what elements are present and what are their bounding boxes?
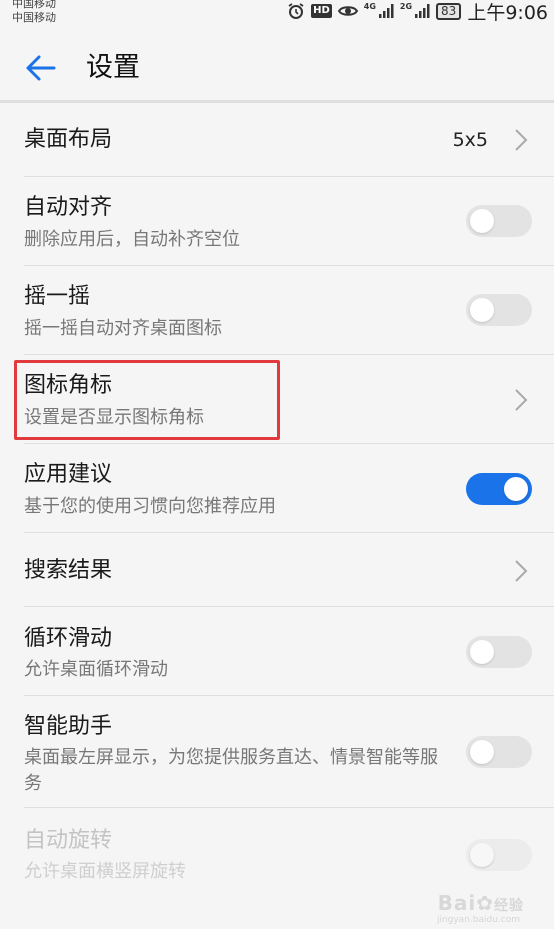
chevron-right-icon: [515, 389, 528, 411]
smart-assistant-toggle[interactable]: [466, 736, 532, 768]
setting-row-icon-badge[interactable]: 图标角标 设置是否显示图标角标: [0, 355, 554, 444]
toggle-knob: [470, 209, 494, 233]
chevron-right-icon: [515, 129, 528, 151]
setting-value: 5x5: [452, 129, 488, 151]
status-icons: HD 4G 2G 83 上午9:06: [287, 0, 548, 24]
toggle-knob: [470, 298, 494, 322]
hd-badge: HD: [311, 4, 332, 18]
setting-row-smart-assistant[interactable]: 智能助手 桌面最左屏显示，为您提供服务直达、情景智能等服务: [0, 696, 554, 808]
setting-row-auto-align[interactable]: 自动对齐 删除应用后，自动补齐空位: [0, 177, 554, 266]
chevron-right-icon: [515, 560, 528, 582]
status-time: 上午9:06: [467, 1, 548, 24]
loop-scroll-toggle[interactable]: [466, 636, 532, 668]
auto-align-toggle[interactable]: [466, 205, 532, 237]
setting-title: 应用建议: [24, 462, 113, 487]
setting-subtitle: 基于您的使用习惯向您推荐应用: [24, 496, 276, 517]
shake-toggle[interactable]: [466, 294, 532, 326]
setting-title: 图标角标: [24, 373, 113, 398]
setting-row-loop-scroll[interactable]: 循环滑动 允许桌面循环滑动: [0, 607, 554, 696]
setting-subtitle: 允许桌面横竖屏旋转: [24, 861, 186, 882]
status-bar: 中国移动 中国移动 HD 4G 2G 83 上午9:06: [0, 0, 554, 30]
watermark-suffix: 经验: [494, 898, 524, 914]
battery-icon: 83: [436, 2, 462, 20]
paw-icon: ✿: [476, 891, 494, 915]
page-title: 设置: [86, 52, 140, 83]
watermark-url: jingyan.baidu.com: [436, 915, 520, 925]
setting-row-desktop-layout[interactable]: 桌面布局 5x5: [0, 103, 554, 177]
setting-subtitle: 摇一摇自动对齐桌面图标: [24, 318, 222, 339]
carrier-2: 中国移动: [12, 11, 56, 24]
auto-rotate-toggle: [466, 839, 532, 871]
toggle-knob: [470, 843, 494, 867]
setting-title: 智能助手: [24, 714, 113, 739]
setting-subtitle: 桌面最左屏显示，为您提供服务直达、情景智能等服务: [24, 747, 438, 794]
toggle-knob: [470, 740, 494, 764]
app-bar: 设置: [0, 30, 554, 102]
signal-icon-1: [378, 3, 394, 19]
arrow-left-icon: [26, 55, 56, 81]
watermark-logo: Bai✿经验: [438, 891, 524, 915]
watermark-text: Bai: [437, 891, 477, 915]
signal-icon-2: [414, 3, 430, 19]
setting-title: 搜索结果: [24, 558, 113, 583]
back-button[interactable]: [18, 48, 62, 88]
eye-icon: [337, 4, 358, 18]
app-suggestions-toggle[interactable]: [466, 473, 532, 505]
setting-title: 自动对齐: [24, 195, 113, 220]
setting-title: 摇一摇: [24, 284, 91, 309]
setting-subtitle: 允许桌面循环滑动: [24, 659, 168, 680]
setting-subtitle: 删除应用后，自动补齐空位: [24, 229, 240, 250]
setting-subtitle: 设置是否显示图标角标: [24, 407, 204, 428]
setting-row-app-suggestions[interactable]: 应用建议 基于您的使用习惯向您推荐应用: [0, 444, 554, 533]
toggle-knob: [504, 477, 528, 501]
setting-row-auto-rotate: 自动旋转 允许桌面横竖屏旋转: [0, 808, 554, 898]
carrier-1: 中国移动: [12, 0, 56, 10]
network-2g-label: 2G: [399, 2, 413, 11]
setting-title: 桌面布局: [24, 127, 113, 152]
network-4g-label: 4G: [363, 2, 376, 11]
setting-title: 自动旋转: [24, 828, 113, 853]
setting-row-shake[interactable]: 摇一摇 摇一摇自动对齐桌面图标: [0, 266, 554, 355]
toggle-knob: [470, 640, 494, 664]
setting-row-search-results[interactable]: 搜索结果: [0, 533, 554, 607]
setting-title: 循环滑动: [24, 626, 113, 651]
alarm-icon: [287, 2, 305, 20]
